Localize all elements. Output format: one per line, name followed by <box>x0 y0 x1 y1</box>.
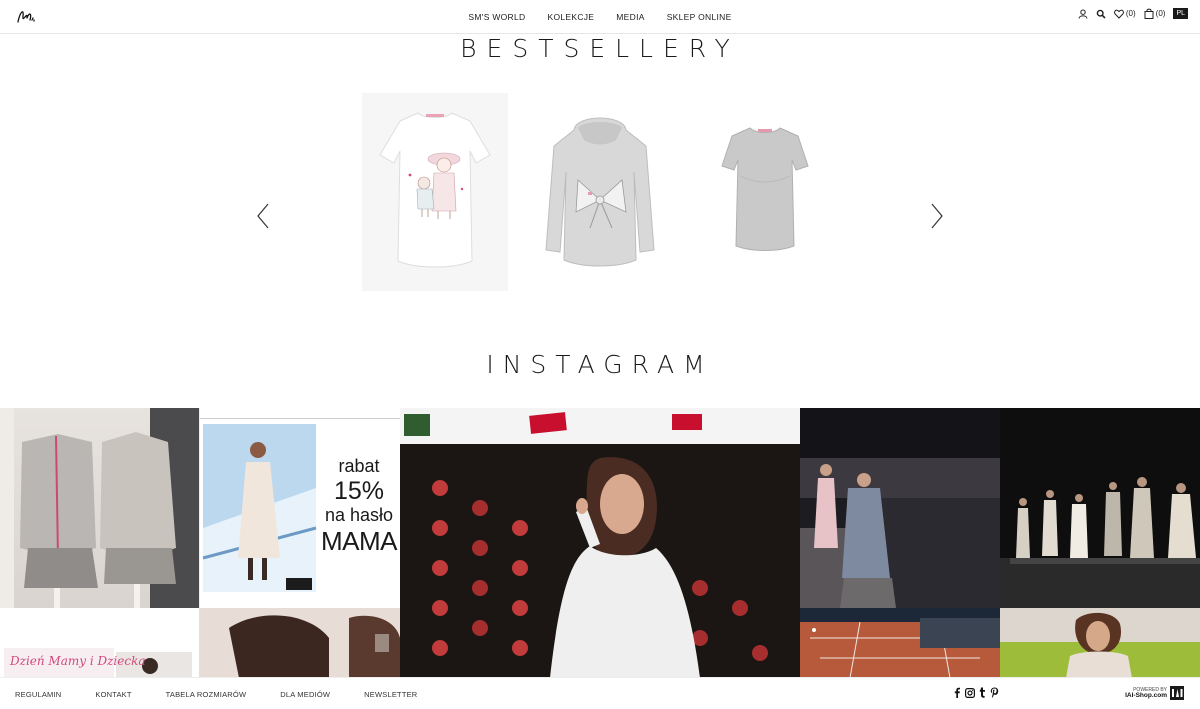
footer: REGULAMIN KONTAKT TABELA ROZMIARÓW DLA M… <box>0 677 1200 709</box>
cart-count: (0) <box>1155 9 1166 18</box>
user-icon <box>1078 9 1088 19</box>
promo-line-4: MAMA <box>321 526 398 556</box>
nav-sklep-online[interactable]: SKLEP ONLINE <box>667 8 732 26</box>
product-grey-bow-hoodie[interactable] <box>530 100 670 280</box>
heart-icon <box>1113 9 1124 19</box>
product-image <box>545 117 655 267</box>
social-links <box>953 687 999 698</box>
instagram-title: INSTAGRAM <box>486 350 714 379</box>
instagram-post-promo[interactable]: rabat 15% na hasło MAMA <box>199 408 400 608</box>
instagram-post-portrait[interactable] <box>199 608 400 678</box>
instagram-post-runway[interactable] <box>800 408 1000 608</box>
product-image <box>379 112 491 268</box>
post-image <box>800 608 1000 678</box>
pinterest-icon[interactable] <box>990 687 999 698</box>
footer-link-media[interactable]: DLA MEDIÓW <box>280 690 330 699</box>
carousel-next-arrow[interactable] <box>930 203 944 229</box>
instagram-post-sofa[interactable] <box>1000 608 1200 678</box>
account-button[interactable] <box>1078 9 1088 19</box>
post-image <box>1000 608 1200 678</box>
promo-line-3: na hasło <box>324 505 394 525</box>
promo-line-1: rabat <box>338 456 380 476</box>
language-selector[interactable]: PL <box>1173 8 1188 19</box>
instagram-icon[interactable] <box>965 687 975 698</box>
powered-by-brand: IAI-Shop.com <box>1125 692 1167 699</box>
wishlist-button[interactable]: (0) <box>1113 9 1136 19</box>
post-image <box>199 608 400 678</box>
tumblr-icon[interactable] <box>979 687 986 698</box>
facebook-icon[interactable] <box>953 687 961 698</box>
post-image <box>400 408 800 678</box>
product-image <box>721 127 809 251</box>
powered-by-badge[interactable]: POWERED BY IAI-Shop.com <box>1125 686 1184 700</box>
nav-sms-world[interactable]: SM'S WORLD <box>468 8 525 26</box>
product-grey-tshirt-dress[interactable] <box>706 118 824 258</box>
post-image <box>1000 408 1200 608</box>
carousel-prev-arrow[interactable] <box>256 203 270 229</box>
nav-media[interactable]: MEDIA <box>616 8 644 26</box>
search-icon <box>1096 9 1106 19</box>
product-white-graphic-tshirt[interactable] <box>362 93 508 291</box>
post-image <box>800 408 1000 608</box>
mothers-day-banner-text: Dzień Mamy i Dziecka <box>10 654 146 668</box>
logo[interactable] <box>14 4 38 28</box>
footer-link-kontakt[interactable]: KONTAKT <box>95 690 131 699</box>
footer-link-regulamin[interactable]: REGULAMIN <box>15 690 61 699</box>
iai-logo-icon <box>1170 686 1184 700</box>
main-nav: SM'S WORLD KOLEKCJE MEDIA SKLEP ONLINE <box>0 0 1200 34</box>
header-tools: (0) (0) PL <box>1078 8 1188 19</box>
powered-by-text: POWERED BY IAI-Shop.com <box>1125 687 1167 699</box>
footer-link-newsletter[interactable]: NEWSLETTER <box>364 690 417 699</box>
promo-line-2: 15% <box>333 477 385 505</box>
post-image <box>0 408 199 608</box>
footer-links: REGULAMIN KONTAKT TABELA ROZMIARÓW DLA M… <box>15 690 417 699</box>
cart-button[interactable]: (0) <box>1144 8 1166 19</box>
instagram-post-jackets[interactable] <box>0 408 199 608</box>
header: SM'S WORLD KOLEKCJE MEDIA SKLEP ONLINE (… <box>0 0 1200 34</box>
instagram-post-finale[interactable] <box>1000 408 1200 608</box>
footer-link-size-chart[interactable]: TABELA ROZMIARÓW <box>166 690 247 699</box>
promo-text: rabat 15% na hasło MAMA <box>318 456 400 557</box>
instagram-grid: rabat 15% na hasło MAMA Dzień Mamy i Dzi… <box>0 408 1200 678</box>
search-button[interactable] <box>1096 9 1106 19</box>
instagram-post-tennis[interactable] <box>800 608 1000 678</box>
wishlist-count: (0) <box>1125 9 1136 18</box>
shopping-bag-icon <box>1144 8 1154 19</box>
instagram-post-mothers-day[interactable]: Dzień Mamy i Dziecka <box>0 608 199 678</box>
nav-kolekcje[interactable]: KOLEKCJE <box>547 8 594 26</box>
bestsellers-title: BESTSELLERY <box>460 34 740 63</box>
instagram-post-event[interactable] <box>400 408 800 678</box>
